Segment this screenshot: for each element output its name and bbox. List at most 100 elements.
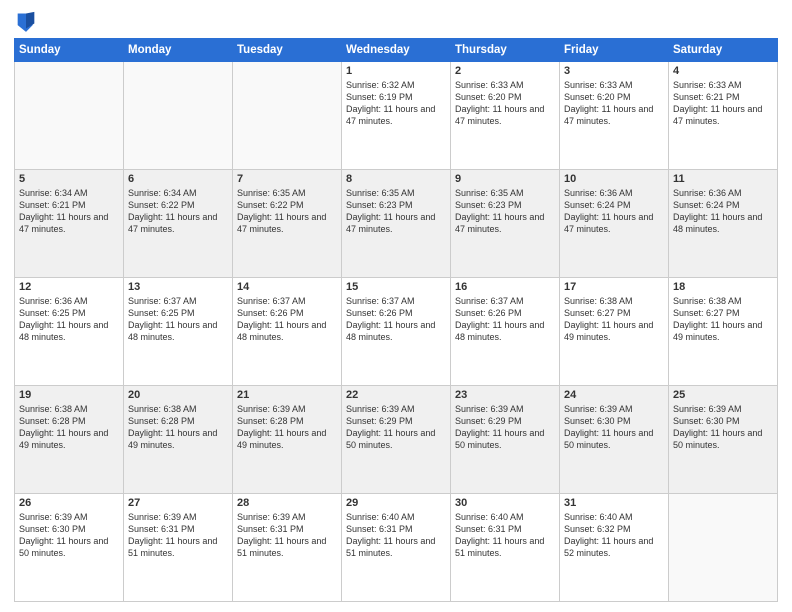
day-number: 20 bbox=[128, 389, 228, 401]
day-number: 30 bbox=[455, 497, 555, 509]
page: SundayMondayTuesdayWednesdayThursdayFrid… bbox=[0, 0, 792, 612]
day-number: 17 bbox=[564, 281, 664, 293]
day-info: Sunrise: 6:33 AMSunset: 6:20 PMDaylight:… bbox=[455, 79, 555, 128]
calendar-cell bbox=[124, 62, 233, 170]
day-number: 12 bbox=[19, 281, 119, 293]
day-info: Sunrise: 6:38 AMSunset: 6:28 PMDaylight:… bbox=[128, 403, 228, 452]
logo-icon bbox=[16, 10, 36, 32]
day-info: Sunrise: 6:36 AMSunset: 6:24 PMDaylight:… bbox=[673, 187, 773, 236]
day-info: Sunrise: 6:37 AMSunset: 6:25 PMDaylight:… bbox=[128, 295, 228, 344]
calendar-cell: 1Sunrise: 6:32 AMSunset: 6:19 PMDaylight… bbox=[342, 62, 451, 170]
day-number: 1 bbox=[346, 65, 446, 77]
day-number: 11 bbox=[673, 173, 773, 185]
day-number: 4 bbox=[673, 65, 773, 77]
day-number: 2 bbox=[455, 65, 555, 77]
calendar-cell bbox=[15, 62, 124, 170]
calendar-cell: 17 Sunrise: 6:38 AMSunset: 6:27 PMDayligh… bbox=[560, 278, 669, 386]
day-number: 8 bbox=[346, 173, 446, 185]
calendar-cell: 25Sunrise: 6:39 AMSunset: 6:30 PMDayligh… bbox=[669, 386, 778, 494]
calendar-cell: 24 Sunrise: 6:39 AMSunset: 6:30 PMDayligh… bbox=[560, 386, 669, 494]
calendar-cell: 27 Sunrise: 6:39 AMSunset: 6:31 PMDayligh… bbox=[124, 494, 233, 602]
day-number: 31 bbox=[564, 497, 664, 509]
calendar-cell bbox=[669, 494, 778, 602]
day-number: 24 bbox=[564, 389, 664, 401]
day-number: 9 bbox=[455, 173, 555, 185]
day-number: 7 bbox=[237, 173, 337, 185]
day-number: 15 bbox=[346, 281, 446, 293]
calendar-cell: 20 Sunrise: 6:38 AMSunset: 6:28 PMDayligh… bbox=[124, 386, 233, 494]
week-row-4: 19 Sunrise: 6:38 AMSunset: 6:28 PMDayligh… bbox=[15, 386, 778, 494]
calendar-cell: 31 Sunrise: 6:40 AMSunset: 6:32 PMDayligh… bbox=[560, 494, 669, 602]
calendar-cell: 10Sunrise: 6:36 AMSunset: 6:24 PMDayligh… bbox=[560, 170, 669, 278]
day-info: Sunrise: 6:39 AMSunset: 6:31 PMDaylight:… bbox=[237, 511, 337, 560]
calendar-cell: 7 Sunrise: 6:35 AMSunset: 6:22 PMDaylight… bbox=[233, 170, 342, 278]
day-number: 18 bbox=[673, 281, 773, 293]
day-info: Sunrise: 6:39 AMSunset: 6:30 PMDaylight:… bbox=[564, 403, 664, 452]
calendar-cell: 11 Sunrise: 6:36 AMSunset: 6:24 PMDayligh… bbox=[669, 170, 778, 278]
day-number: 14 bbox=[237, 281, 337, 293]
calendar-cell: 4 Sunrise: 6:33 AMSunset: 6:21 PMDaylight… bbox=[669, 62, 778, 170]
day-info: Sunrise: 6:37 AMSunset: 6:26 PMDaylight:… bbox=[346, 295, 446, 344]
calendar-cell: 18 Sunrise: 6:38 AMSunset: 6:27 PMDayligh… bbox=[669, 278, 778, 386]
calendar-cell: 29Sunrise: 6:40 AMSunset: 6:31 PMDayligh… bbox=[342, 494, 451, 602]
day-info: Sunrise: 6:39 AMSunset: 6:30 PMDaylight:… bbox=[673, 403, 773, 452]
day-info: Sunrise: 6:36 AMSunset: 6:25 PMDaylight:… bbox=[19, 295, 119, 344]
day-number: 22 bbox=[346, 389, 446, 401]
day-number: 16 bbox=[455, 281, 555, 293]
week-row-3: 12 Sunrise: 6:36 AMSunset: 6:25 PMDayligh… bbox=[15, 278, 778, 386]
day-number: 5 bbox=[19, 173, 119, 185]
day-info: Sunrise: 6:35 AMSunset: 6:22 PMDaylight:… bbox=[237, 187, 337, 236]
day-info: Sunrise: 6:40 AMSunset: 6:31 PMDaylight:… bbox=[455, 511, 555, 560]
weekday-header-sunday: Sunday bbox=[15, 39, 124, 62]
day-info: Sunrise: 6:38 AMSunset: 6:28 PMDaylight:… bbox=[19, 403, 119, 452]
day-info: Sunrise: 6:38 AMSunset: 6:27 PMDaylight:… bbox=[673, 295, 773, 344]
calendar-cell: 16 Sunrise: 6:37 AMSunset: 6:26 PMDayligh… bbox=[451, 278, 560, 386]
day-info: Sunrise: 6:33 AMSunset: 6:21 PMDaylight:… bbox=[673, 79, 773, 128]
day-info: Sunrise: 6:39 AMSunset: 6:29 PMDaylight:… bbox=[346, 403, 446, 452]
day-info: Sunrise: 6:35 AMSunset: 6:23 PMDaylight:… bbox=[455, 187, 555, 236]
calendar-cell: 30 Sunrise: 6:40 AMSunset: 6:31 PMDayligh… bbox=[451, 494, 560, 602]
day-info: Sunrise: 6:40 AMSunset: 6:32 PMDaylight:… bbox=[564, 511, 664, 560]
weekday-header-wednesday: Wednesday bbox=[342, 39, 451, 62]
calendar-cell bbox=[233, 62, 342, 170]
day-info: Sunrise: 6:37 AMSunset: 6:26 PMDaylight:… bbox=[455, 295, 555, 344]
day-number: 23 bbox=[455, 389, 555, 401]
day-number: 26 bbox=[19, 497, 119, 509]
calendar-cell: 19 Sunrise: 6:38 AMSunset: 6:28 PMDayligh… bbox=[15, 386, 124, 494]
day-number: 19 bbox=[19, 389, 119, 401]
day-number: 3 bbox=[564, 65, 664, 77]
calendar-cell: 2 Sunrise: 6:33 AMSunset: 6:20 PMDaylight… bbox=[451, 62, 560, 170]
week-row-1: 1Sunrise: 6:32 AMSunset: 6:19 PMDaylight… bbox=[15, 62, 778, 170]
day-number: 10 bbox=[564, 173, 664, 185]
calendar-table: SundayMondayTuesdayWednesdayThursdayFrid… bbox=[14, 38, 778, 602]
day-number: 13 bbox=[128, 281, 228, 293]
weekday-header-tuesday: Tuesday bbox=[233, 39, 342, 62]
day-info: Sunrise: 6:34 AMSunset: 6:21 PMDaylight:… bbox=[19, 187, 119, 236]
day-number: 27 bbox=[128, 497, 228, 509]
calendar-cell: 26 Sunrise: 6:39 AMSunset: 6:30 PMDayligh… bbox=[15, 494, 124, 602]
day-number: 28 bbox=[237, 497, 337, 509]
day-number: 29 bbox=[346, 497, 446, 509]
calendar-cell: 21Sunrise: 6:39 AMSunset: 6:28 PMDayligh… bbox=[233, 386, 342, 494]
weekday-header-thursday: Thursday bbox=[451, 39, 560, 62]
weekday-header-saturday: Saturday bbox=[669, 39, 778, 62]
calendar-cell: 13 Sunrise: 6:37 AMSunset: 6:25 PMDayligh… bbox=[124, 278, 233, 386]
day-info: Sunrise: 6:35 AMSunset: 6:23 PMDaylight:… bbox=[346, 187, 446, 236]
day-info: Sunrise: 6:39 AMSunset: 6:30 PMDaylight:… bbox=[19, 511, 119, 560]
calendar-cell: 15 Sunrise: 6:37 AMSunset: 6:26 PMDayligh… bbox=[342, 278, 451, 386]
header bbox=[14, 10, 778, 32]
calendar-cell: 3Sunrise: 6:33 AMSunset: 6:20 PMDaylight… bbox=[560, 62, 669, 170]
day-info: Sunrise: 6:39 AMSunset: 6:29 PMDaylight:… bbox=[455, 403, 555, 452]
day-info: Sunrise: 6:38 AMSunset: 6:27 PMDaylight:… bbox=[564, 295, 664, 344]
calendar-cell: 6Sunrise: 6:34 AMSunset: 6:22 PMDaylight… bbox=[124, 170, 233, 278]
week-row-2: 5 Sunrise: 6:34 AMSunset: 6:21 PMDaylight… bbox=[15, 170, 778, 278]
weekday-header-monday: Monday bbox=[124, 39, 233, 62]
day-info: Sunrise: 6:34 AMSunset: 6:22 PMDaylight:… bbox=[128, 187, 228, 236]
calendar-cell: 23 Sunrise: 6:39 AMSunset: 6:29 PMDayligh… bbox=[451, 386, 560, 494]
day-info: Sunrise: 6:37 AMSunset: 6:26 PMDaylight:… bbox=[237, 295, 337, 344]
weekday-header-friday: Friday bbox=[560, 39, 669, 62]
day-info: Sunrise: 6:39 AMSunset: 6:31 PMDaylight:… bbox=[128, 511, 228, 560]
day-number: 21 bbox=[237, 389, 337, 401]
calendar-cell: 22 Sunrise: 6:39 AMSunset: 6:29 PMDayligh… bbox=[342, 386, 451, 494]
week-row-5: 26 Sunrise: 6:39 AMSunset: 6:30 PMDayligh… bbox=[15, 494, 778, 602]
